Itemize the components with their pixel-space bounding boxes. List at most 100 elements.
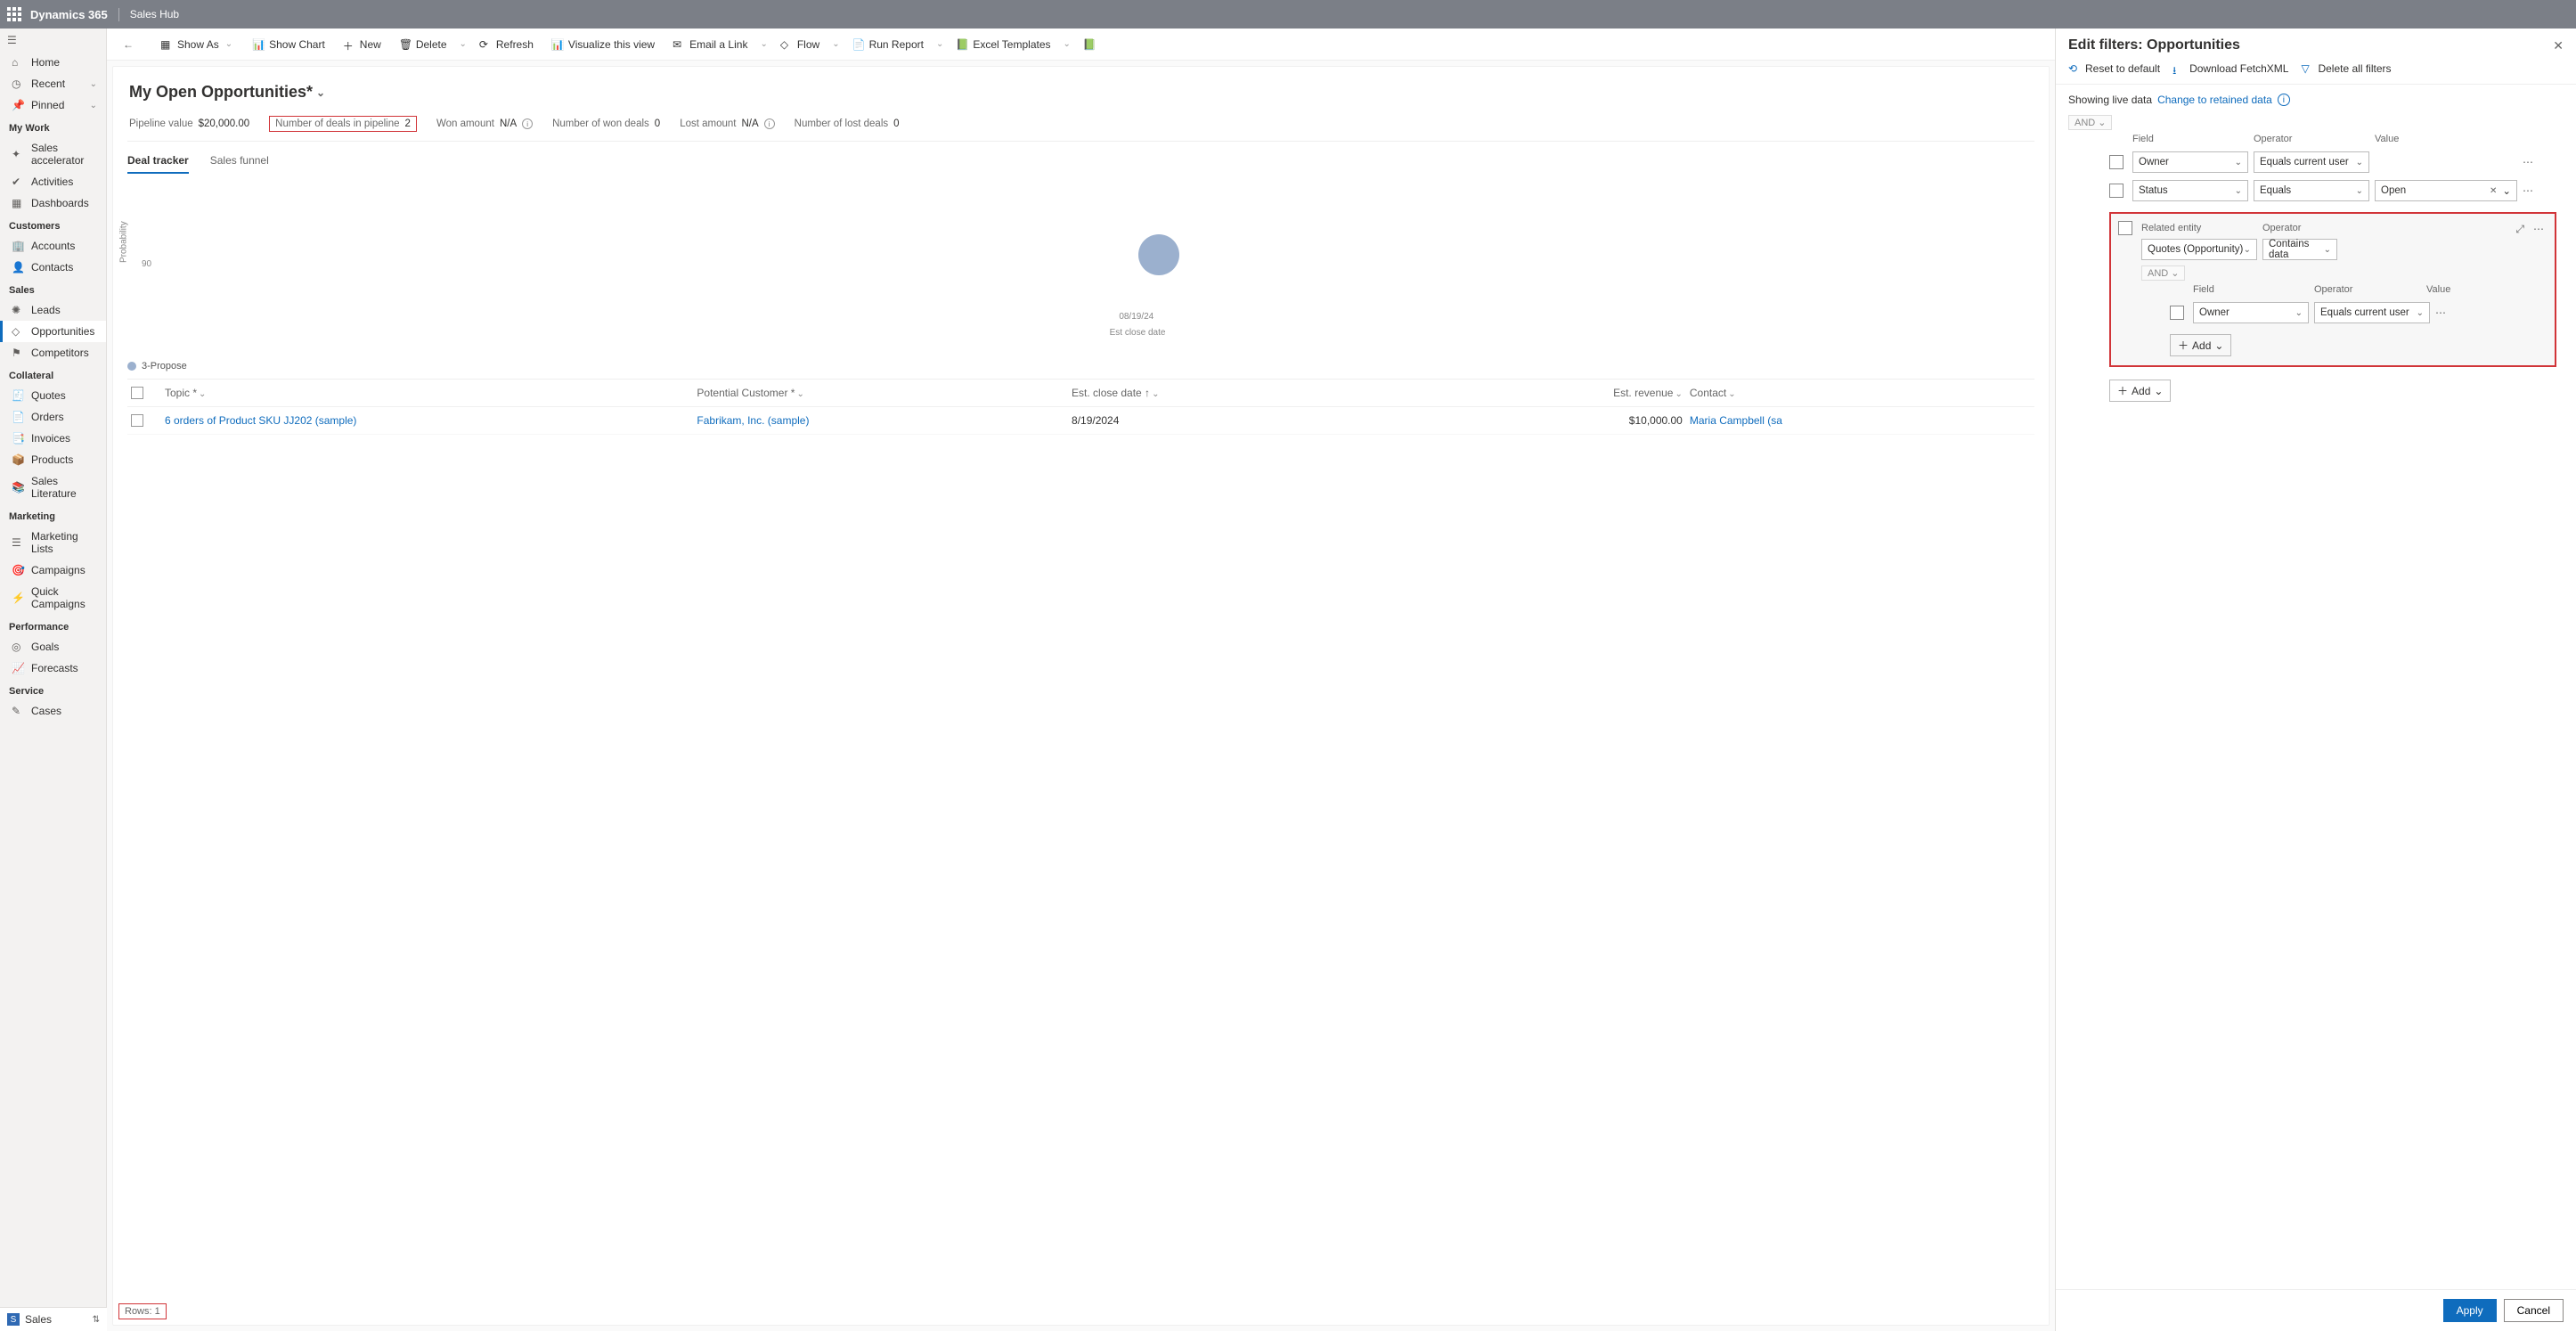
- info-icon[interactable]: i: [522, 118, 533, 129]
- operator-select[interactable]: Equals current user⌄: [2254, 151, 2369, 173]
- plus-icon: ＋: [2117, 383, 2128, 398]
- run-report-button[interactable]: 📄Run Report: [845, 35, 931, 54]
- group-operator-chip[interactable]: AND ⌄: [2068, 115, 2112, 130]
- group-operator-chip[interactable]: AND ⌄: [2141, 265, 2185, 281]
- stat-lost-deals: Number of lost deals 0: [795, 118, 900, 129]
- new-button[interactable]: ＋New: [336, 35, 388, 54]
- collapse-icon[interactable]: ⤢: [2515, 223, 2524, 236]
- info-icon[interactable]: i: [2278, 94, 2290, 106]
- sidebar-item-mkt-lists[interactable]: ☰Marketing Lists: [0, 526, 106, 559]
- sidebar-item-literature[interactable]: 📚Sales Literature: [0, 470, 106, 504]
- view-picker[interactable]: My Open Opportunities* ⌄: [127, 76, 2034, 110]
- pipeline-stats: Pipeline value $20,000.00 Number of deal…: [127, 110, 2034, 142]
- sidebar-item-cases[interactable]: ✎Cases: [0, 700, 106, 722]
- chevron-down-icon: ⌄: [316, 86, 325, 99]
- add-condition-button[interactable]: ＋Add ⌄: [2109, 380, 2171, 402]
- sidebar-item-sales-accel[interactable]: ✦Sales accelerator: [0, 137, 106, 171]
- download-fetchxml-button[interactable]: ⭳Download FetchXML: [2172, 62, 2288, 75]
- field-select[interactable]: Owner⌄: [2132, 151, 2248, 173]
- area-switcher[interactable]: S Sales ⇅: [0, 1307, 107, 1331]
- show-as-button[interactable]: ▦Show As⌄: [153, 35, 241, 54]
- delete-all-filters-button[interactable]: ▽Delete all filters: [2301, 62, 2391, 75]
- cancel-button[interactable]: Cancel: [2504, 1299, 2564, 1322]
- back-button[interactable]: ←: [116, 35, 141, 54]
- visualize-button[interactable]: 📊Visualize this view: [544, 35, 662, 54]
- sidebar-item-dashboards[interactable]: ▦Dashboards: [0, 192, 106, 214]
- sidebar-item-competitors[interactable]: ⚑Competitors: [0, 342, 106, 363]
- delete-button[interactable]: 🗑Delete: [392, 35, 454, 54]
- related-operator-select[interactable]: Contains data⌄: [2262, 239, 2337, 260]
- sidebar-item-opportunities[interactable]: ◇Opportunities: [0, 321, 106, 342]
- sidebar-item-quick-camp[interactable]: ⚡Quick Campaigns: [0, 581, 106, 615]
- chevron-down-icon[interactable]: ⌄: [458, 39, 469, 49]
- sidebar-recent[interactable]: ◷Recent⌄: [0, 73, 106, 94]
- sidebar-pinned[interactable]: 📌Pinned⌄: [0, 94, 106, 116]
- sidebar-item-accounts[interactable]: 🏢Accounts: [0, 235, 106, 257]
- row-more-button[interactable]: ⋯: [2523, 184, 2540, 197]
- row-more-button[interactable]: ⋯: [2523, 156, 2540, 168]
- related-add-button[interactable]: ＋Add ⌄: [2170, 334, 2231, 356]
- bubble-marker[interactable]: [1138, 234, 1179, 275]
- row-more-button[interactable]: ⋯: [2435, 306, 2453, 319]
- quick-campaign-icon: ⚡: [12, 592, 24, 604]
- info-icon[interactable]: i: [764, 118, 775, 129]
- col-revenue[interactable]: Est. revenue⌄: [1394, 387, 1683, 399]
- chevron-down-icon[interactable]: ⌄: [830, 39, 841, 49]
- sidebar-item-goals[interactable]: ◎Goals: [0, 636, 106, 657]
- related-entity-select[interactable]: Quotes (Opportunity)⌄: [2141, 239, 2257, 260]
- sidebar-item-campaigns[interactable]: 🎯Campaigns: [0, 559, 106, 581]
- change-data-mode-link[interactable]: Change to retained data: [2157, 94, 2272, 106]
- cell-customer[interactable]: Fabrikam, Inc. (sample): [697, 414, 1064, 427]
- row-checkbox[interactable]: [2109, 184, 2124, 198]
- sidebar-home[interactable]: ⌂Home: [0, 52, 106, 73]
- reset-default-button[interactable]: ⟲Reset to default: [2068, 62, 2160, 75]
- tab-sales-funnel[interactable]: Sales funnel: [210, 149, 269, 174]
- sidebar-item-activities[interactable]: ✔Activities: [0, 171, 106, 192]
- cell-topic[interactable]: 6 orders of Product SKU JJ202 (sample): [165, 414, 689, 427]
- col-close-date[interactable]: Est. close date ↑⌄: [1072, 387, 1387, 399]
- sidebar-item-quotes[interactable]: 🧾Quotes: [0, 385, 106, 406]
- sidebar-item-contacts[interactable]: 👤Contacts: [0, 257, 106, 278]
- condition-headers: Field Operator Value: [2118, 281, 2547, 298]
- hamburger-icon[interactable]: ☰: [0, 29, 106, 52]
- chevron-down-icon: ⌄: [2295, 308, 2303, 318]
- close-button[interactable]: ✕: [2553, 38, 2564, 53]
- cell-contact[interactable]: Maria Campbell (sa: [1690, 414, 2031, 427]
- sidebar-item-forecasts[interactable]: 📈Forecasts: [0, 657, 106, 679]
- export-excel-button[interactable]: 📗: [1076, 35, 1103, 54]
- refresh-button[interactable]: ⟳Refresh: [472, 35, 541, 54]
- show-chart-button[interactable]: 📊Show Chart: [245, 35, 332, 54]
- row-checkbox[interactable]: [2170, 306, 2184, 320]
- sidebar-item-invoices[interactable]: 📑Invoices: [0, 428, 106, 449]
- chevron-down-icon[interactable]: ⌄: [758, 39, 769, 49]
- email-link-button[interactable]: ✉Email a Link: [665, 35, 754, 54]
- row-checkbox[interactable]: [2118, 221, 2132, 235]
- tab-deal-tracker[interactable]: Deal tracker: [127, 149, 189, 174]
- block-more-button[interactable]: ⋯: [2533, 223, 2544, 236]
- cell-date: 8/19/2024: [1072, 414, 1387, 427]
- app-launcher-icon[interactable]: [7, 7, 21, 21]
- value-pill[interactable]: Open✕⌄: [2375, 180, 2517, 201]
- field-select[interactable]: Status⌄: [2132, 180, 2248, 201]
- chevron-down-icon[interactable]: ⌄: [934, 39, 945, 49]
- sidebar-item-orders[interactable]: 📄Orders: [0, 406, 106, 428]
- sidebar-item-leads[interactable]: ✺Leads: [0, 299, 106, 321]
- row-checkbox[interactable]: [2109, 155, 2124, 169]
- col-contact[interactable]: Contact⌄: [1690, 387, 2031, 399]
- operator-select[interactable]: Equals current user⌄: [2314, 302, 2430, 323]
- apply-button[interactable]: Apply: [2443, 1299, 2497, 1322]
- chart-icon: 📊: [252, 38, 265, 51]
- remove-pill-icon[interactable]: ✕: [2490, 186, 2497, 196]
- field-select[interactable]: Owner⌄: [2193, 302, 2309, 323]
- excel-templates-button[interactable]: 📗Excel Templates: [949, 35, 1057, 54]
- legend-dot-icon: [127, 362, 136, 371]
- select-all-checkbox[interactable]: [131, 387, 143, 399]
- row-checkbox[interactable]: [131, 414, 143, 427]
- col-customer[interactable]: Potential Customer *⌄: [697, 387, 1064, 399]
- sidebar-item-products[interactable]: 📦Products: [0, 449, 106, 470]
- chevron-down-icon[interactable]: ⌄: [1062, 39, 1072, 49]
- col-topic[interactable]: Topic *⌄: [165, 387, 689, 399]
- operator-select[interactable]: Equals⌄: [2254, 180, 2369, 201]
- flow-button[interactable]: ◇Flow: [773, 35, 827, 54]
- table-row[interactable]: 6 orders of Product SKU JJ202 (sample) F…: [127, 407, 2034, 435]
